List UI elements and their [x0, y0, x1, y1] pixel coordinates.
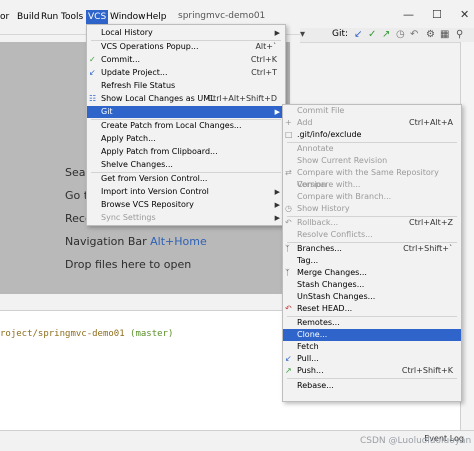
update-arrow-icon: ↙	[89, 68, 96, 77]
vcs-get-from-vc[interactable]: Get from Version Control...	[87, 173, 285, 185]
git-clone[interactable]: Clone...	[283, 329, 461, 341]
vcs-apply-patch[interactable]: Apply Patch...	[87, 133, 285, 145]
git-remotes[interactable]: Remotes...	[283, 317, 461, 329]
menu-help[interactable]: Help	[146, 11, 167, 23]
vcs-apply-patch-clipboard[interactable]: Apply Patch from Clipboard...	[87, 146, 285, 158]
git-compare-same-repo[interactable]: ⇄ Compare with the Same Repository Versi…	[283, 167, 461, 189]
vcs-menu: Local History ▶ VCS Operations Popup... A…	[86, 24, 286, 226]
git-reset-head[interactable]: ↶ Reset HEAD...	[283, 303, 461, 315]
git-commit-file[interactable]: Commit File	[283, 105, 461, 117]
vcs-create-patch[interactable]: Create Patch from Local Changes...	[87, 120, 285, 132]
vcs-update-project[interactable]: ↙ Update Project... Ctrl+T	[87, 67, 285, 79]
search-icon[interactable]: ⚲	[456, 29, 463, 40]
branch-name: (master)	[130, 329, 174, 339]
vcs-shelve-changes[interactable]: Shelve Changes...	[87, 159, 285, 171]
exclude-icon: □	[285, 130, 293, 139]
vcs-browse-repository[interactable]: Browse VCS Repository ▶	[87, 199, 285, 211]
menu-vcs[interactable]: VCS	[86, 10, 109, 24]
git-stash-changes[interactable]: Stash Changes...	[283, 279, 461, 291]
check-icon: ✓	[89, 55, 96, 64]
vcs-commit[interactable]: ✓ Commit... Ctrl+K	[87, 54, 285, 66]
history-icon[interactable]: ◷	[396, 29, 405, 40]
commit-check-icon[interactable]: ✓	[368, 29, 376, 40]
vcs-git[interactable]: Git ▶	[87, 106, 285, 118]
uml-icon: ☷	[89, 94, 97, 103]
rollback-icon[interactable]: ↶	[410, 29, 418, 40]
minimize-icon[interactable]: —	[403, 8, 414, 21]
menu-build[interactable]: Build	[17, 11, 40, 23]
hint-navigation-bar: Navigation Bar Alt+Home	[65, 235, 207, 248]
git-rollback[interactable]: ↶ Rollback... Ctrl+Alt+Z	[283, 217, 461, 229]
branch-icon: ᛉ	[285, 244, 290, 253]
git-add[interactable]: + Add Ctrl+Alt+A	[283, 117, 461, 129]
dropdown-arrow-icon[interactable]: ▾	[300, 29, 305, 40]
git-rebase[interactable]: Rebase...	[283, 380, 461, 392]
right-tool-strip	[460, 42, 474, 432]
hint-drop-files: Drop files here to open	[65, 258, 192, 271]
close-icon[interactable]: ✕	[460, 8, 469, 21]
vcs-sync-settings[interactable]: Sync Settings ▶	[87, 212, 285, 224]
git-info-exclude[interactable]: □ .git/info/exclude	[283, 129, 461, 141]
git-toolbar-label: Git:	[332, 29, 349, 39]
git-pull[interactable]: ↙ Pull...	[283, 353, 461, 365]
vcs-import-into-vc[interactable]: Import into Version Control ▶	[87, 186, 285, 198]
maximize-icon[interactable]: ☐	[432, 8, 442, 21]
compare-icon: ⇄	[285, 168, 292, 177]
vcs-show-local-changes-uml[interactable]: ☷ Show Local Changes as UML Ctrl+Alt+Shi…	[87, 93, 285, 105]
git-tag[interactable]: Tag...	[283, 255, 461, 267]
git-compare-with[interactable]: Compare with...	[283, 179, 461, 191]
menu-run[interactable]: Run	[41, 11, 58, 23]
vcs-local-history[interactable]: Local History ▶	[87, 27, 285, 39]
git-merge-changes[interactable]: ᛉ Merge Changes...	[283, 267, 461, 279]
push-icon[interactable]: ↗	[382, 29, 390, 40]
git-resolve-conflicts[interactable]: Resolve Conflicts...	[283, 229, 461, 241]
watermark: CSDN @Luoluoluoluoyan	[360, 436, 472, 446]
git-unstash-changes[interactable]: UnStash Changes...	[283, 291, 461, 303]
merge-icon: ᛉ	[285, 268, 290, 277]
vcs-operations-popup[interactable]: VCS Operations Popup... Alt+`	[87, 41, 285, 53]
project-path-line: roject/springmvc-demo01 (master)	[0, 329, 173, 339]
git-branches[interactable]: ᛉ Branches... Ctrl+Shift+`	[283, 243, 461, 255]
project-path: roject/springmvc-demo01	[0, 329, 125, 339]
layout-icon[interactable]: ▦	[440, 29, 449, 40]
vcs-refresh-file-status[interactable]: Refresh File Status	[87, 80, 285, 92]
push-icon: ↗	[285, 366, 292, 375]
menu-window[interactable]: Window	[110, 11, 146, 23]
plus-icon: +	[285, 118, 292, 127]
update-icon[interactable]: ↙	[354, 29, 362, 40]
settings-icon[interactable]: ⚙	[426, 29, 435, 40]
git-annotate[interactable]: Annotate	[283, 143, 461, 155]
git-show-history[interactable]: ◷ Show History	[283, 203, 461, 215]
git-submenu: Commit File + Add Ctrl+Alt+A □ .git/info…	[282, 104, 462, 402]
hint-goto: Go t	[65, 189, 89, 202]
git-push[interactable]: ↗ Push... Ctrl+Shift+K	[283, 365, 461, 377]
git-fetch[interactable]: Fetch	[283, 341, 461, 353]
git-compare-with-branch[interactable]: Compare with Branch...	[283, 191, 461, 203]
rollback-icon: ↶	[285, 218, 292, 227]
hint-navigation-key: Alt+Home	[150, 235, 207, 248]
hint-navigation-text: Navigation Bar	[65, 235, 147, 248]
window-title: springmvc-demo01	[178, 11, 266, 21]
history-icon: ◷	[285, 204, 292, 213]
vcs-toolbar: ▾ Git: ↙ ✓ ↗ ◷ ↶ ⚙ ▦ ⚲	[300, 28, 474, 43]
menu-view[interactable]: or	[0, 11, 9, 23]
reset-icon: ↶	[285, 304, 292, 313]
git-show-current-revision[interactable]: Show Current Revision	[283, 155, 461, 167]
menu-tools[interactable]: Tools	[61, 11, 83, 23]
pull-icon: ↙	[285, 354, 292, 363]
